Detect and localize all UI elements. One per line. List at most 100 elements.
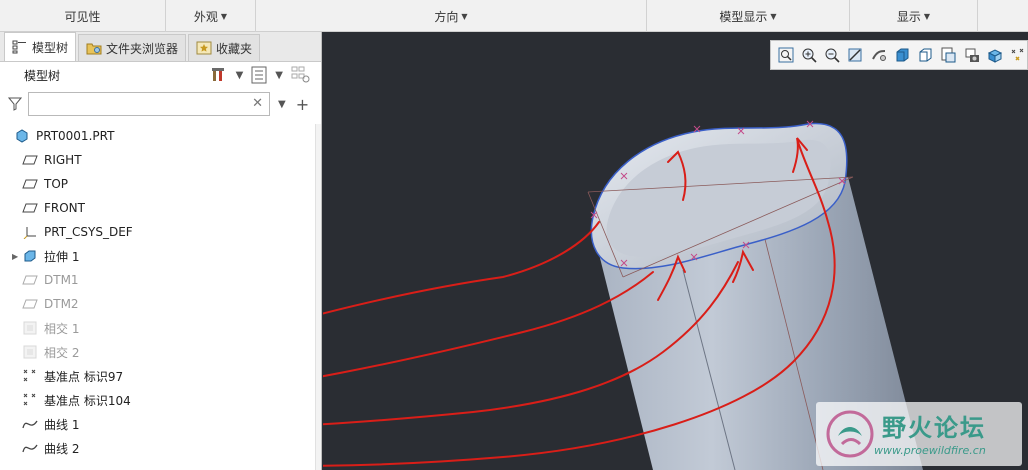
ribbon-group-label: 模型显示 bbox=[719, 9, 768, 24]
tree-filters-icon[interactable] bbox=[291, 66, 311, 84]
watermark-logo-icon bbox=[826, 410, 874, 458]
tree-item[interactable]: DTM1 bbox=[0, 268, 316, 292]
curve-icon bbox=[22, 416, 38, 432]
tree-item[interactable]: 相交 2 bbox=[0, 340, 316, 364]
spin-center-icon[interactable] bbox=[870, 45, 887, 65]
tree-item-label: 相交 1 bbox=[44, 321, 80, 336]
tree-item[interactable]: FRONT bbox=[0, 196, 316, 220]
tree-item-label: FRONT bbox=[44, 201, 85, 215]
tree-item[interactable]: 曲线 1 bbox=[0, 412, 316, 436]
favorites-icon bbox=[196, 41, 212, 55]
ribbon-group-visibility[interactable]: 可见性 bbox=[0, 0, 166, 32]
tab-folder-browser[interactable]: 文件夹浏览器 bbox=[78, 34, 187, 61]
zoom-fit-icon[interactable] bbox=[777, 45, 794, 65]
repaint-icon[interactable] bbox=[847, 45, 864, 65]
chevron-down-icon[interactable]: ▼ bbox=[278, 99, 286, 110]
tree-item[interactable]: RIGHT bbox=[0, 148, 316, 172]
ribbon-group-model-display[interactable]: 模型显示 ▼ bbox=[647, 0, 850, 32]
caret-down-icon: ▼ bbox=[923, 11, 931, 21]
tree-item[interactable]: DTM2 bbox=[0, 292, 316, 316]
datum-display-icon[interactable] bbox=[986, 45, 1003, 65]
settings-tools-icon[interactable] bbox=[210, 66, 228, 84]
tree-item[interactable]: 曲线 2 bbox=[0, 436, 316, 460]
tab-label: 收藏夹 bbox=[216, 41, 253, 56]
watermark-url: www.proewildfire.cn bbox=[874, 444, 986, 457]
zoom-out-icon[interactable] bbox=[824, 45, 841, 65]
datum-points-toggle-icon[interactable] bbox=[1010, 45, 1027, 65]
datum-plane-icon bbox=[22, 176, 38, 192]
tree-item[interactable]: 基准点 标识104 bbox=[0, 388, 316, 412]
csys-icon bbox=[22, 224, 38, 240]
tree-item-label: PRT_CSYS_DEF bbox=[44, 225, 133, 239]
tree-item[interactable]: TOP bbox=[0, 172, 316, 196]
tree-item[interactable]: ▶ 拉伸 1 bbox=[0, 244, 316, 268]
tree-item-label: DTM2 bbox=[44, 297, 79, 311]
intersect-icon bbox=[22, 344, 38, 360]
saved-views-icon[interactable] bbox=[917, 45, 934, 65]
tab-model-tree[interactable]: 模型树 bbox=[4, 32, 77, 61]
tree-filter-row: ✕ ▼ + bbox=[0, 88, 321, 120]
model-tree-title: 模型树 bbox=[24, 68, 61, 83]
tree-item-label: 曲线 2 bbox=[44, 441, 80, 456]
tree-item[interactable]: PRT0001.PRT bbox=[0, 124, 316, 148]
chevron-down-icon[interactable]: ▼ bbox=[275, 70, 283, 81]
ribbon-group-show[interactable]: 显示 ▼ bbox=[850, 0, 978, 32]
forum-watermark: 野火论坛 www.proewildfire.cn bbox=[816, 402, 1022, 466]
intersect-icon bbox=[22, 320, 38, 336]
tree-item-label: 拉伸 1 bbox=[44, 249, 80, 264]
tree-item[interactable]: PRT_CSYS_DEF bbox=[0, 220, 316, 244]
tree-item-label: 相交 2 bbox=[44, 345, 80, 360]
clear-icon[interactable]: ✕ bbox=[252, 96, 263, 111]
tree-item[interactable]: 基准点 标识97 bbox=[0, 364, 316, 388]
ribbon-group-appearance[interactable]: 外观 ▼ bbox=[166, 0, 256, 32]
view-manager-icon[interactable] bbox=[940, 45, 957, 65]
datum-plane-icon bbox=[22, 152, 38, 168]
graphics-viewport[interactable]: 野火论坛 www.proewildfire.cn bbox=[323, 32, 1028, 470]
tree-item-label: RIGHT bbox=[44, 153, 82, 167]
datum-point-icon bbox=[22, 368, 38, 384]
navigator-tabs: 模型树 文件夹浏览器 收藏夹 bbox=[0, 32, 321, 62]
tree-scrollbar[interactable] bbox=[315, 124, 321, 470]
ribbon-group-bar: 可见性 外观 ▼ 方向 ▼ 模型显示 ▼ 显示 ▼ bbox=[0, 0, 1028, 32]
caret-down-icon: ▼ bbox=[461, 11, 468, 21]
tree-item-label: TOP bbox=[44, 177, 69, 191]
part-icon bbox=[14, 128, 30, 144]
navigator-panel: 模型树 文件夹浏览器 收藏夹 模型树 ▼ ▼ ✕ ▼ + PRT0001.PRT… bbox=[0, 32, 322, 470]
tab-label: 文件夹浏览器 bbox=[106, 41, 179, 56]
tree-item-label: 基准点 标识104 bbox=[44, 393, 131, 408]
watermark-title: 野火论坛 bbox=[882, 414, 986, 442]
expand-arrow-icon[interactable]: ▶ bbox=[12, 252, 22, 261]
curve-icon bbox=[22, 440, 38, 456]
ribbon-group-label: 方向 bbox=[434, 9, 459, 24]
datum-point-icon bbox=[22, 392, 38, 408]
show-columns-icon[interactable] bbox=[251, 66, 267, 84]
view-toolbar bbox=[770, 40, 1028, 70]
chevron-down-icon[interactable]: ▼ bbox=[236, 70, 244, 81]
folder-browser-icon bbox=[86, 43, 102, 55]
tree-search-input[interactable]: ✕ bbox=[28, 92, 270, 116]
ribbon-group-label: 可见性 bbox=[64, 9, 101, 24]
tree-item-label: PRT0001.PRT bbox=[36, 129, 115, 143]
ribbon-group-label: 外观 bbox=[193, 9, 218, 24]
zoom-in-icon[interactable] bbox=[800, 45, 817, 65]
extrude-icon bbox=[22, 248, 38, 264]
tab-favorites[interactable]: 收藏夹 bbox=[188, 34, 261, 61]
ribbon-group-empty bbox=[978, 0, 1028, 32]
caret-down-icon: ▼ bbox=[770, 11, 777, 21]
tree-item[interactable]: 相交 1 bbox=[0, 316, 316, 340]
tree-item-label: 曲线 1 bbox=[44, 417, 80, 432]
datum-plane-icon bbox=[22, 296, 38, 312]
filter-funnel-icon[interactable] bbox=[8, 97, 22, 111]
add-icon[interactable]: + bbox=[296, 95, 309, 114]
ribbon-group-orientation[interactable]: 方向 ▼ bbox=[256, 0, 647, 32]
datum-plane-icon bbox=[22, 272, 38, 288]
datum-plane-icon bbox=[22, 200, 38, 216]
tree-item-label: 基准点 标识97 bbox=[44, 369, 124, 384]
ribbon-group-label: 显示 bbox=[896, 9, 921, 24]
tree-item-label: DTM1 bbox=[44, 273, 79, 287]
model-tree-icon bbox=[12, 40, 26, 54]
perspective-icon[interactable] bbox=[963, 45, 980, 65]
model-tree-header: 模型树 ▼ ▼ bbox=[0, 62, 321, 88]
model-tree: PRT0001.PRT RIGHT TOP FRONT PRT_CSYS_DEF ▶ 拉伸 … bbox=[0, 124, 316, 460]
display-style-icon[interactable] bbox=[893, 45, 910, 65]
